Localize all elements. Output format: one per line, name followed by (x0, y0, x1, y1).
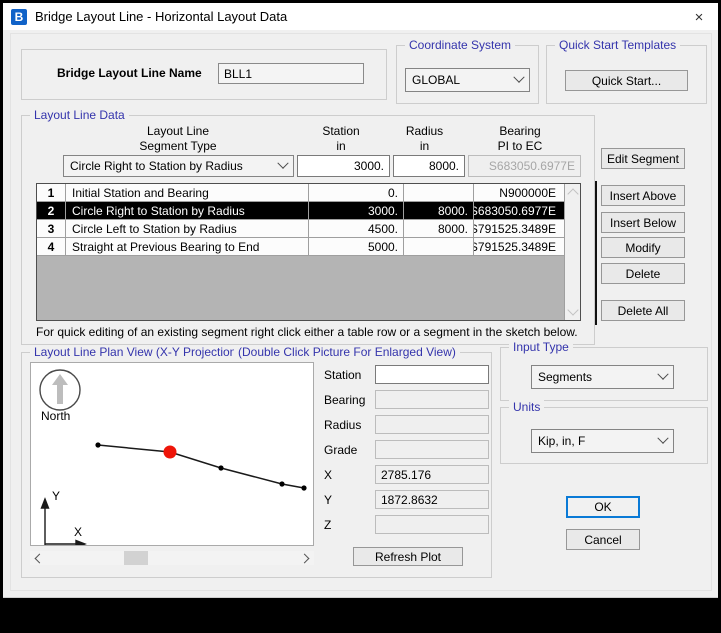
bridge-layout-line-name-input[interactable]: BLL1 (218, 63, 364, 84)
station-field-input[interactable] (375, 365, 489, 384)
input-type-select[interactable]: Segments (531, 365, 674, 389)
chevron-right-icon[interactable] (300, 553, 310, 563)
input-type-value: Segments (538, 370, 592, 384)
grade-field-readout (375, 440, 489, 459)
chevron-down-icon (657, 369, 668, 380)
segment-dot[interactable] (279, 481, 284, 486)
bearing-editor-readout: S683050.6977E (468, 155, 581, 177)
segment-dot[interactable] (218, 465, 223, 470)
column-header-station: Stationin (294, 124, 388, 154)
plan-view-picture[interactable]: North Y X (30, 362, 314, 546)
plan-view-sublabel: (Double Click Picture For Enlarged View) (234, 345, 460, 359)
plan-sketch (31, 363, 313, 545)
ok-button[interactable]: OK (566, 496, 640, 518)
title-bar[interactable]: B Bridge Layout Line - Horizontal Layout… (3, 3, 718, 30)
name-group: Bridge Layout Line Name BLL1 (21, 49, 387, 100)
column-header-radius: Radiusin (387, 124, 462, 154)
input-type-group: Input Type Segments (500, 347, 708, 401)
chevron-left-icon[interactable] (35, 553, 45, 563)
north-arrow-icon (40, 370, 80, 410)
name-label: Bridge Layout Line Name (57, 66, 202, 80)
chevron-down-icon[interactable] (567, 304, 578, 315)
units-label: Units (509, 400, 544, 414)
input-type-label: Input Type (509, 340, 573, 354)
layout-line-path[interactable] (98, 445, 304, 488)
insert-below-button[interactable]: Insert Below (601, 212, 685, 233)
grade-field-label: Grade (324, 443, 357, 457)
coordinate-system-select[interactable]: GLOBAL (405, 68, 530, 92)
delete-button[interactable]: Delete (601, 263, 685, 284)
station-field-label: Station (324, 368, 361, 382)
quick-start-group: Quick Start Templates Quick Start... (546, 45, 707, 104)
refresh-plot-button[interactable]: Refresh Plot (353, 547, 463, 566)
units-select[interactable]: Kip, in, F (531, 429, 674, 453)
y-axis-label: Y (52, 489, 60, 503)
modify-button[interactable]: Modify (601, 237, 685, 258)
bearing-field-readout (375, 390, 489, 409)
quick-edit-note: For quick editing of an existing segment… (36, 325, 581, 339)
plan-view-group: Layout Line Plan View (X-Y Projection) (… (21, 352, 492, 578)
quick-start-button[interactable]: Quick Start... (565, 70, 688, 91)
chevron-down-icon (277, 158, 288, 169)
segment-type-value: Circle Right to Station by Radius (70, 159, 243, 173)
segment-dot[interactable] (95, 442, 100, 447)
coordinate-system-value: GLOBAL (412, 73, 460, 87)
radius-field-label: Radius (324, 418, 361, 432)
selected-segment-dot[interactable] (164, 446, 177, 459)
table-vertical-scrollbar[interactable] (564, 184, 580, 320)
y-field-label: Y (324, 493, 332, 507)
table-row[interactable]: 3 Circle Left to Station by Radius 4500.… (37, 220, 564, 238)
table-row-selected[interactable]: 2 Circle Right to Station by Radius 3000… (37, 202, 564, 220)
quick-start-label: Quick Start Templates (555, 38, 680, 52)
plan-view-label: Layout Line Plan View (X-Y Projection) (30, 345, 244, 359)
close-icon[interactable]: × (689, 7, 709, 27)
bearing-field-label: Bearing (324, 393, 365, 407)
radius-field-readout (375, 415, 489, 434)
column-header-segment-type: Layout LineSegment Type (58, 124, 298, 154)
segment-table[interactable]: 1 Initial Station and Bearing 0. N900000… (36, 183, 581, 321)
bridge-layout-line-dialog: B Bridge Layout Line - Horizontal Layout… (3, 3, 718, 598)
window-title: Bridge Layout Line - Horizontal Layout D… (35, 9, 287, 24)
x-field-label: X (324, 468, 332, 482)
edit-segment-button[interactable]: Edit Segment (601, 148, 685, 169)
segment-type-select[interactable]: Circle Right to Station by Radius (63, 155, 294, 177)
units-value: Kip, in, F (538, 434, 585, 448)
north-label: North (41, 409, 70, 423)
column-header-bearing: BearingPI to EC (462, 124, 578, 154)
chevron-up-icon[interactable] (567, 188, 578, 199)
station-editor-input[interactable]: 3000. (297, 155, 390, 177)
delete-all-button[interactable]: Delete All (601, 300, 685, 321)
y-field-readout: 1872.8632 (375, 490, 489, 509)
insert-above-button[interactable]: Insert Above (601, 185, 685, 206)
x-field-readout: 2785.176 (375, 465, 489, 484)
radius-editor-input[interactable]: 8000. (393, 155, 465, 177)
z-field-label: Z (324, 518, 331, 532)
table-row[interactable]: 1 Initial Station and Bearing 0. N900000… (37, 184, 564, 202)
x-axis-label: X (74, 525, 82, 539)
cancel-button[interactable]: Cancel (566, 529, 640, 550)
coordinate-system-label: Coordinate System (405, 38, 515, 52)
z-field-readout (375, 515, 489, 534)
table-row[interactable]: 4 Straight at Previous Bearing to End 50… (37, 238, 564, 256)
chevron-down-icon (513, 72, 524, 83)
button-group-bracket (595, 181, 597, 325)
coordinate-system-group: Coordinate System GLOBAL (396, 45, 539, 104)
app-icon: B (11, 9, 27, 25)
scrollbar-thumb[interactable] (124, 551, 148, 565)
chevron-down-icon (657, 433, 668, 444)
units-group: Units Kip, in, F (500, 407, 708, 464)
layout-line-data-label: Layout Line Data (30, 108, 129, 122)
plan-horizontal-scrollbar[interactable] (30, 551, 314, 565)
segment-dot[interactable] (301, 485, 306, 490)
